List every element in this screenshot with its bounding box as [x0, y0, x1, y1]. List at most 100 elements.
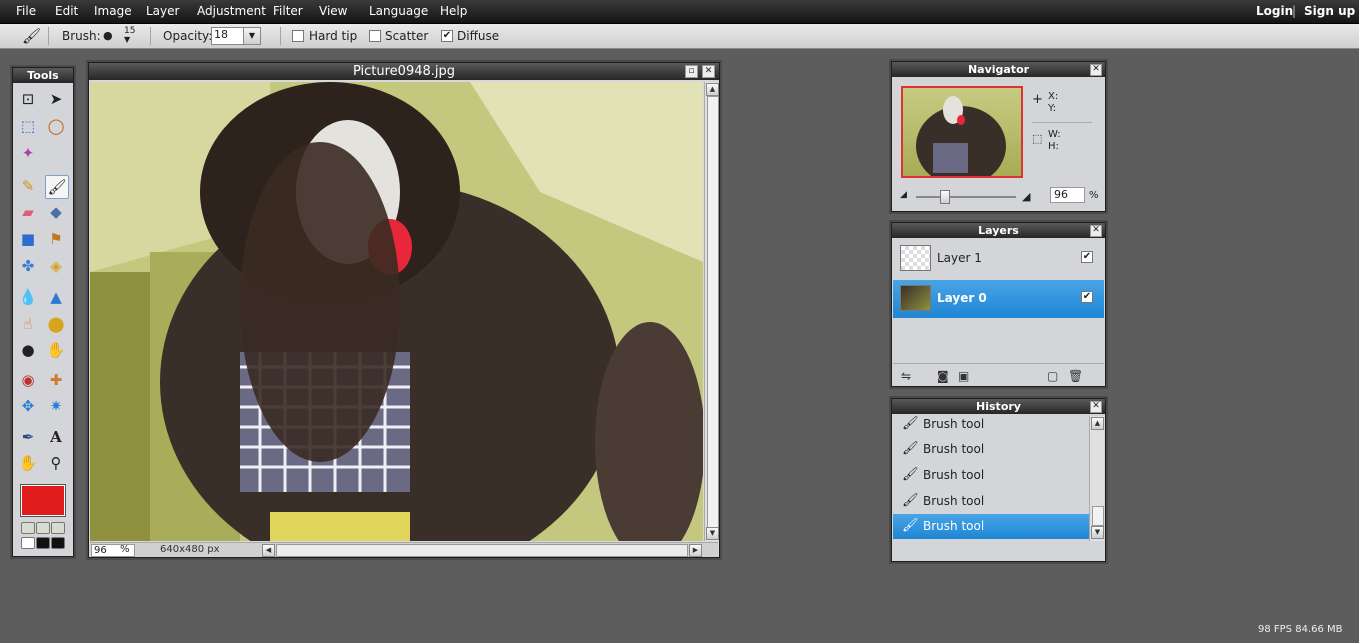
menu-file[interactable]: File	[16, 4, 36, 18]
history-item[interactable]: 🖌 Brush tool	[893, 489, 1089, 514]
horizontal-scrollbar[interactable]	[276, 544, 688, 557]
zoom-slider-track[interactable]	[916, 196, 1016, 198]
brush-icon[interactable]: 🖌	[45, 175, 69, 199]
pencil-icon[interactable]: ✎	[17, 175, 39, 197]
history-label: Brush tool	[923, 468, 985, 482]
lasso-icon[interactable]: ◯	[45, 115, 67, 137]
close-icon[interactable]: ✕	[1090, 225, 1102, 237]
magic-wand-icon[interactable]: ✦	[17, 142, 39, 164]
scroll-right-icon[interactable]: ▶	[689, 544, 702, 557]
diffuse-checkbox[interactable]: ✔	[441, 30, 453, 42]
history-item[interactable]: 🖌 Brush tool	[893, 514, 1089, 539]
login-link[interactable]: Login	[1256, 4, 1293, 18]
brush-tool-icon: 🖌	[22, 27, 42, 45]
close-icon[interactable]: ✕	[1090, 401, 1102, 413]
scroll-down-icon[interactable]: ▼	[706, 527, 719, 540]
brush-dot-icon[interactable]: ●	[103, 29, 113, 42]
scroll-down-icon[interactable]: ▼	[1091, 526, 1104, 539]
menu-filter[interactable]: Filter	[273, 4, 303, 18]
color-swatch[interactable]	[21, 537, 35, 549]
close-icon[interactable]: ✕	[702, 65, 715, 78]
blur-icon[interactable]: 💧	[17, 286, 39, 308]
scatter-checkbox[interactable]	[369, 30, 381, 42]
eraser-icon[interactable]: ▰	[17, 201, 39, 223]
red-eye-icon[interactable]: ◉	[17, 369, 39, 391]
type-icon[interactable]: A	[45, 426, 67, 448]
zoom-out-icon[interactable]: ◢	[900, 190, 907, 200]
brush-icon: 🖌	[902, 518, 919, 533]
zoom-in-icon[interactable]: ◢	[1022, 190, 1030, 203]
opacity-dropdown-icon[interactable]: ▼	[243, 27, 261, 45]
burn-icon[interactable]: ✋	[45, 339, 67, 361]
color-replace-icon[interactable]: ✤	[17, 255, 39, 277]
hard-tip-checkbox[interactable]	[292, 30, 304, 42]
hand-icon[interactable]: ✋	[17, 452, 39, 474]
gradient-icon[interactable]: ■	[17, 228, 39, 250]
dodge-icon[interactable]: ●	[17, 339, 39, 361]
zoom-unit: %	[120, 544, 130, 555]
history-label: Brush tool	[923, 442, 985, 456]
maximize-icon[interactable]: ▫	[685, 65, 698, 78]
color-picker-icon[interactable]: ✒	[17, 426, 39, 448]
move-icon[interactable]: ➤	[45, 88, 67, 110]
history-item[interactable]: 🖌 Brush tool	[893, 412, 1089, 437]
layer-style-icon[interactable]: ▣	[958, 369, 969, 383]
navigator-thumbnail[interactable]	[901, 86, 1023, 178]
zoom-icon[interactable]: ⚲	[45, 452, 67, 474]
sharpen-icon[interactable]: ▲	[45, 286, 67, 308]
layer-visibility-checkbox[interactable]: ✔	[1081, 251, 1093, 263]
menu-view[interactable]: View	[319, 4, 347, 18]
menu-edit[interactable]: Edit	[55, 4, 78, 18]
brush-size-dropdown-icon[interactable]: ▼	[124, 35, 130, 44]
color-swatch[interactable]	[51, 537, 65, 549]
drawing-icon[interactable]: ◈	[45, 255, 67, 277]
crop-icon[interactable]: ⊡	[17, 88, 39, 110]
menu-image[interactable]: Image	[94, 4, 132, 18]
spot-heal-icon[interactable]: ✚	[45, 369, 67, 391]
menu-layer[interactable]: Layer	[146, 4, 179, 18]
menu-adjustment[interactable]: Adjustment	[197, 4, 266, 18]
layer-visibility-checkbox[interactable]: ✔	[1081, 291, 1093, 303]
navigator-zoom-input[interactable]: 96	[1050, 187, 1085, 203]
paint-bucket-icon[interactable]: ◆	[45, 201, 67, 223]
divider	[893, 363, 1104, 364]
mask-swatch[interactable]	[51, 522, 65, 534]
scroll-up-icon[interactable]: ▲	[1091, 417, 1104, 430]
color-swatch[interactable]	[36, 537, 50, 549]
navigator-title: Navigator	[892, 62, 1105, 77]
mask-swatch[interactable]	[21, 522, 35, 534]
scroll-left-icon[interactable]: ◀	[262, 544, 275, 557]
layers-title: Layers	[892, 223, 1105, 238]
foreground-color-swatch[interactable]	[20, 484, 66, 517]
menu-language[interactable]: Language	[369, 4, 428, 18]
zoom-slider-handle[interactable]	[940, 190, 950, 204]
history-item[interactable]: 🖌 Brush tool	[893, 463, 1089, 488]
history-scrollbar[interactable]: ▲ ▼	[1089, 416, 1104, 541]
layer-mask-icon[interactable]: ◙	[937, 369, 949, 383]
marquee-icon[interactable]: ⬚	[17, 115, 39, 137]
layer-row[interactable]: Layer 1 ✔	[893, 240, 1104, 278]
menu-help[interactable]: Help	[440, 4, 467, 18]
pinch-icon[interactable]: ✷	[45, 395, 67, 417]
new-layer-icon[interactable]: ▢	[1047, 369, 1058, 383]
bloat-icon[interactable]: ✥	[17, 395, 39, 417]
signup-link[interactable]: Sign up	[1304, 4, 1355, 18]
layer-row[interactable]: Layer 0 ✔	[893, 280, 1104, 318]
sponge-icon[interactable]: ⬤	[45, 313, 67, 335]
vertical-scrollbar[interactable]: ▲ ▼	[704, 82, 719, 541]
clone-stamp-icon[interactable]: ⚑	[45, 228, 67, 250]
image-canvas[interactable]	[90, 82, 703, 541]
close-icon[interactable]: ✕	[1090, 64, 1102, 76]
layer-name: Layer 0	[937, 291, 987, 305]
mask-swatch[interactable]	[36, 522, 50, 534]
layer-settings-icon[interactable]: ⇋	[901, 369, 911, 383]
smudge-icon[interactable]: ☝	[17, 313, 39, 335]
scroll-thumb[interactable]	[707, 96, 719, 528]
scroll-up-icon[interactable]: ▲	[706, 83, 719, 96]
image-dimensions: 640x480 px	[160, 544, 220, 555]
scroll-thumb[interactable]	[1092, 506, 1104, 526]
crosshair-icon: +	[1032, 92, 1043, 107]
delete-layer-icon[interactable]: 🗑	[1068, 369, 1083, 383]
history-item[interactable]: 🖌 Brush tool	[893, 437, 1089, 462]
history-label: Brush tool	[923, 417, 985, 431]
